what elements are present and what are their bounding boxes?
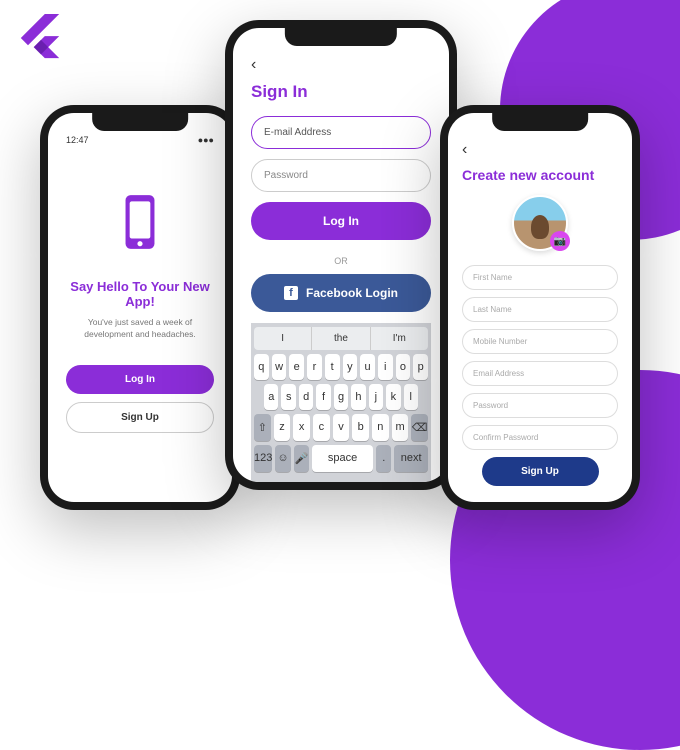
key-⇧[interactable]: ⇧ — [254, 414, 271, 441]
key-w[interactable]: w — [272, 354, 287, 380]
mic-key[interactable]: 🎤 — [294, 445, 309, 472]
key-i[interactable]: i — [378, 354, 393, 380]
key-b[interactable]: b — [352, 414, 369, 441]
signup-button[interactable]: Sign Up — [482, 457, 599, 486]
create-account-title: Create new account — [462, 167, 618, 183]
status-bar: 12:47 ●●● — [66, 135, 214, 145]
dot-key[interactable]: . — [376, 445, 391, 472]
avatar[interactable]: 📷 — [512, 195, 568, 251]
key-e[interactable]: e — [289, 354, 304, 380]
key-d[interactable]: d — [299, 384, 313, 410]
keyboard-suggestions: I the I'm — [254, 327, 428, 350]
welcome-title: Say Hello To Your New App! — [66, 279, 214, 309]
or-divider: OR — [251, 256, 431, 266]
welcome-subtitle: You've just saved a week of development … — [66, 317, 214, 341]
email-field[interactable]: E-mail Address — [251, 116, 431, 149]
key-q[interactable]: q — [254, 354, 269, 380]
status-time: 12:47 — [66, 135, 89, 145]
facebook-icon: f — [284, 286, 298, 300]
keyboard: I the I'm qwertyuiop asdfghjkl ⇧zxcvbnm⌫… — [251, 323, 431, 482]
key-o[interactable]: o — [396, 354, 411, 380]
key-p[interactable]: p — [413, 354, 428, 380]
phone-welcome: 12:47 ●●● Say Hello To Your New App! You'… — [40, 105, 240, 510]
phone-notch — [285, 28, 397, 46]
numbers-key[interactable]: 123 — [254, 445, 272, 472]
key-g[interactable]: g — [334, 384, 348, 410]
mobile-number-field[interactable]: Mobile Number — [462, 329, 618, 354]
key-m[interactable]: m — [392, 414, 409, 441]
flutter-logo — [16, 14, 64, 62]
key-n[interactable]: n — [372, 414, 389, 441]
last-name-field[interactable]: Last Name — [462, 297, 618, 322]
password-field[interactable]: Password — [462, 393, 618, 418]
emoji-key[interactable]: ☺ — [275, 445, 290, 472]
key-r[interactable]: r — [307, 354, 322, 380]
app-phone-icon — [109, 191, 171, 253]
key-y[interactable]: y — [343, 354, 358, 380]
key-k[interactable]: k — [386, 384, 400, 410]
key-h[interactable]: h — [351, 384, 365, 410]
next-key[interactable]: next — [394, 445, 428, 472]
key-a[interactable]: a — [264, 384, 278, 410]
phone-notch — [92, 113, 188, 131]
key-u[interactable]: u — [360, 354, 375, 380]
login-button[interactable]: Log In — [251, 202, 431, 240]
key-c[interactable]: c — [313, 414, 330, 441]
signup-button[interactable]: Sign Up — [66, 402, 214, 433]
suggestion[interactable]: I — [254, 327, 312, 350]
confirm-password-field[interactable]: Confirm Password — [462, 425, 618, 450]
key-v[interactable]: v — [333, 414, 350, 441]
phone-notch — [492, 113, 588, 131]
facebook-label: Facebook Login — [306, 286, 398, 300]
email-address-field[interactable]: Email Address — [462, 361, 618, 386]
first-name-field[interactable]: First Name — [462, 265, 618, 290]
password-field[interactable]: Password — [251, 159, 431, 192]
facebook-login-button[interactable]: f Facebook Login — [251, 274, 431, 312]
space-key[interactable]: space — [312, 445, 373, 472]
login-button[interactable]: Log In — [66, 365, 214, 394]
signin-title: Sign In — [251, 82, 431, 102]
key-s[interactable]: s — [281, 384, 295, 410]
key-l[interactable]: l — [404, 384, 418, 410]
back-icon[interactable]: ‹ — [251, 56, 431, 74]
phone-signup: ‹ Create new account 📷 First Name Last Na… — [440, 105, 640, 510]
key-f[interactable]: f — [316, 384, 330, 410]
suggestion[interactable]: the — [312, 327, 370, 350]
key-j[interactable]: j — [369, 384, 383, 410]
back-icon[interactable]: ‹ — [462, 141, 618, 159]
phone-signin: ‹ Sign In E-mail Address Password Log In… — [225, 20, 457, 490]
suggestion[interactable]: I'm — [371, 327, 428, 350]
status-icons: ●●● — [198, 135, 214, 145]
key-t[interactable]: t — [325, 354, 340, 380]
key-z[interactable]: z — [274, 414, 291, 441]
key-x[interactable]: x — [293, 414, 310, 441]
camera-icon[interactable]: 📷 — [550, 231, 570, 251]
key-⌫[interactable]: ⌫ — [411, 414, 428, 441]
